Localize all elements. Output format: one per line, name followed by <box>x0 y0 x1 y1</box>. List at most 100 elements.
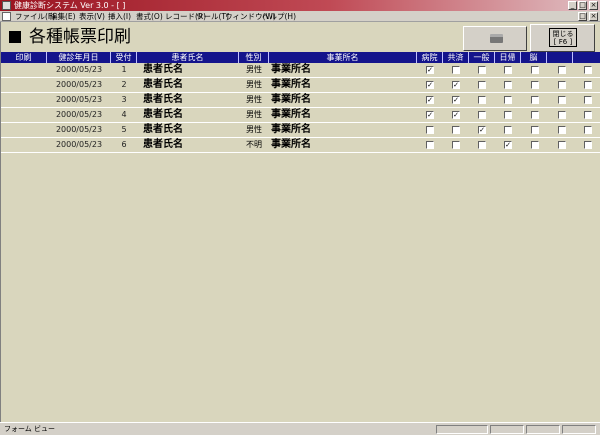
close-window-button[interactable]: × <box>589 1 598 10</box>
maximize-button[interactable]: □ <box>578 1 587 10</box>
print-cell[interactable] <box>1 108 41 122</box>
checkbox-hospital[interactable]: ✓ <box>426 111 434 119</box>
reception-number-cell: 2 <box>121 80 127 89</box>
patient-name-cell: 患者氏名 <box>143 124 183 135</box>
reception-number-cell: 1 <box>121 65 127 74</box>
checkbox-general[interactable] <box>478 81 486 89</box>
print-button[interactable] <box>463 26 527 51</box>
menu-view[interactable]: 表示(V) <box>79 11 105 22</box>
office-name-cell: 事業所名 <box>271 124 311 135</box>
checkbox-extra-2[interactable] <box>584 81 592 89</box>
print-cell[interactable] <box>1 93 41 107</box>
print-cell[interactable] <box>1 63 41 77</box>
menu-insert[interactable]: 挿入(I) <box>108 11 131 22</box>
checkbox-mutual[interactable]: ✓ <box>452 96 460 104</box>
sex-cell: 男性 <box>246 95 262 104</box>
checkbox-extra-1[interactable] <box>558 111 566 119</box>
form-title: 各種帳票印刷 <box>29 27 131 47</box>
table-row[interactable]: 2000/05/23 5 患者氏名 男性 事業所名 ✓ <box>1 123 600 138</box>
exam-date-cell: 2000/05/23 <box>55 80 103 89</box>
form-header: 各種帳票印刷 <box>1 22 461 52</box>
reception-number-cell: 6 <box>121 140 127 149</box>
checkbox-extra-1[interactable] <box>558 141 566 149</box>
table-row[interactable]: 2000/05/23 1 患者氏名 男性 事業所名 ✓ <box>1 63 600 78</box>
exam-date-cell: 2000/05/23 <box>55 95 103 104</box>
office-name-cell: 事業所名 <box>271 139 311 150</box>
checkbox-hospital[interactable]: ✓ <box>426 81 434 89</box>
checkbox-general[interactable] <box>478 96 486 104</box>
checkbox-mutual[interactable] <box>452 141 460 149</box>
table-row[interactable]: 2000/05/23 4 患者氏名 男性 事業所名 ✓ ✓ <box>1 108 600 123</box>
checkbox-general[interactable] <box>478 66 486 74</box>
office-name-cell: 事業所名 <box>271 64 311 75</box>
checkbox-general[interactable] <box>478 141 486 149</box>
patient-name-cell: 患者氏名 <box>143 64 183 75</box>
checkbox-dayreturn[interactable] <box>504 126 512 134</box>
checkbox-dayreturn[interactable] <box>504 111 512 119</box>
checkbox-extra-1[interactable] <box>558 66 566 74</box>
checkbox-extra-2[interactable] <box>584 141 592 149</box>
checkbox-brain[interactable] <box>531 141 539 149</box>
checkbox-hospital[interactable] <box>426 126 434 134</box>
checkbox-extra-1[interactable] <box>558 96 566 104</box>
checkbox-extra-2[interactable] <box>584 66 592 74</box>
app-icon[interactable] <box>2 1 11 10</box>
col-header-date: 健診年月日 <box>47 52 111 63</box>
close-button-label: 閉じる <box>552 30 574 38</box>
window-title: 健康診断システム Ver 3.0 - [ ] <box>14 1 126 10</box>
title-bar: 健康診断システム Ver 3.0 - [ ] _ □ × <box>0 0 600 11</box>
col-header-general: 一般 <box>469 52 495 63</box>
sex-cell: 男性 <box>246 110 262 119</box>
checkbox-extra-2[interactable] <box>584 111 592 119</box>
table-row[interactable]: 2000/05/23 6 患者氏名 不明 事業所名 ✓ <box>1 138 600 153</box>
print-cell[interactable] <box>1 123 41 137</box>
checkbox-extra-1[interactable] <box>558 126 566 134</box>
menu-format[interactable]: 書式(O) <box>136 11 163 22</box>
reception-number-cell: 4 <box>121 110 127 119</box>
menu-help[interactable]: ヘルプ(H) <box>262 11 296 22</box>
checkbox-hospital[interactable]: ✓ <box>426 66 434 74</box>
checkbox-brain[interactable] <box>531 111 539 119</box>
mdi-restore-button[interactable]: □ <box>578 12 587 21</box>
checkbox-brain[interactable] <box>531 81 539 89</box>
mdi-close-button[interactable]: × <box>589 12 598 21</box>
checkbox-extra-1[interactable] <box>558 81 566 89</box>
close-button[interactable]: 閉じる [ F6 ] <box>530 24 595 52</box>
print-cell[interactable] <box>1 138 41 152</box>
checkbox-dayreturn[interactable] <box>504 96 512 104</box>
minimize-button[interactable]: _ <box>568 1 577 10</box>
checkbox-brain[interactable] <box>531 126 539 134</box>
sex-cell: 男性 <box>246 80 262 89</box>
checkbox-hospital[interactable] <box>426 141 434 149</box>
checkbox-brain[interactable] <box>531 96 539 104</box>
menu-edit[interactable]: 編集(E) <box>50 11 76 22</box>
checkbox-dayreturn[interactable] <box>504 81 512 89</box>
table-row[interactable]: 2000/05/23 3 患者氏名 男性 事業所名 ✓ ✓ <box>1 93 600 108</box>
checkbox-hospital[interactable]: ✓ <box>426 96 434 104</box>
sex-cell: 男性 <box>246 125 262 134</box>
checkbox-mutual[interactable]: ✓ <box>452 81 460 89</box>
checkbox-mutual[interactable]: ✓ <box>452 111 460 119</box>
status-panel-3 <box>526 425 560 434</box>
close-button-shortcut: [ F6 ] <box>553 38 573 46</box>
table-row[interactable]: 2000/05/23 2 患者氏名 男性 事業所名 ✓ ✓ <box>1 78 600 93</box>
col-header-hospital: 病院 <box>417 52 443 63</box>
document-icon[interactable] <box>2 12 11 21</box>
office-name-cell: 事業所名 <box>271 94 311 105</box>
checkbox-dayreturn[interactable]: ✓ <box>504 141 512 149</box>
checkbox-mutual[interactable] <box>452 66 460 74</box>
checkbox-dayreturn[interactable] <box>504 66 512 74</box>
menu-tools[interactable]: ツール(T) <box>196 11 229 22</box>
checkbox-general[interactable]: ✓ <box>478 126 486 134</box>
checkbox-extra-2[interactable] <box>584 96 592 104</box>
grid-header: 印刷 健診年月日 受付 患者氏名 性別 事業所名 病院 共済 一般 日帰 脳 <box>1 52 600 63</box>
checkbox-general[interactable] <box>478 111 486 119</box>
print-cell[interactable] <box>1 78 41 92</box>
checkbox-mutual[interactable] <box>452 126 460 134</box>
patient-name-cell: 患者氏名 <box>143 94 183 105</box>
status-panel-2 <box>490 425 524 434</box>
square-icon <box>9 31 21 43</box>
checkbox-brain[interactable] <box>531 66 539 74</box>
checkbox-extra-2[interactable] <box>584 126 592 134</box>
status-panel-1 <box>436 425 488 434</box>
